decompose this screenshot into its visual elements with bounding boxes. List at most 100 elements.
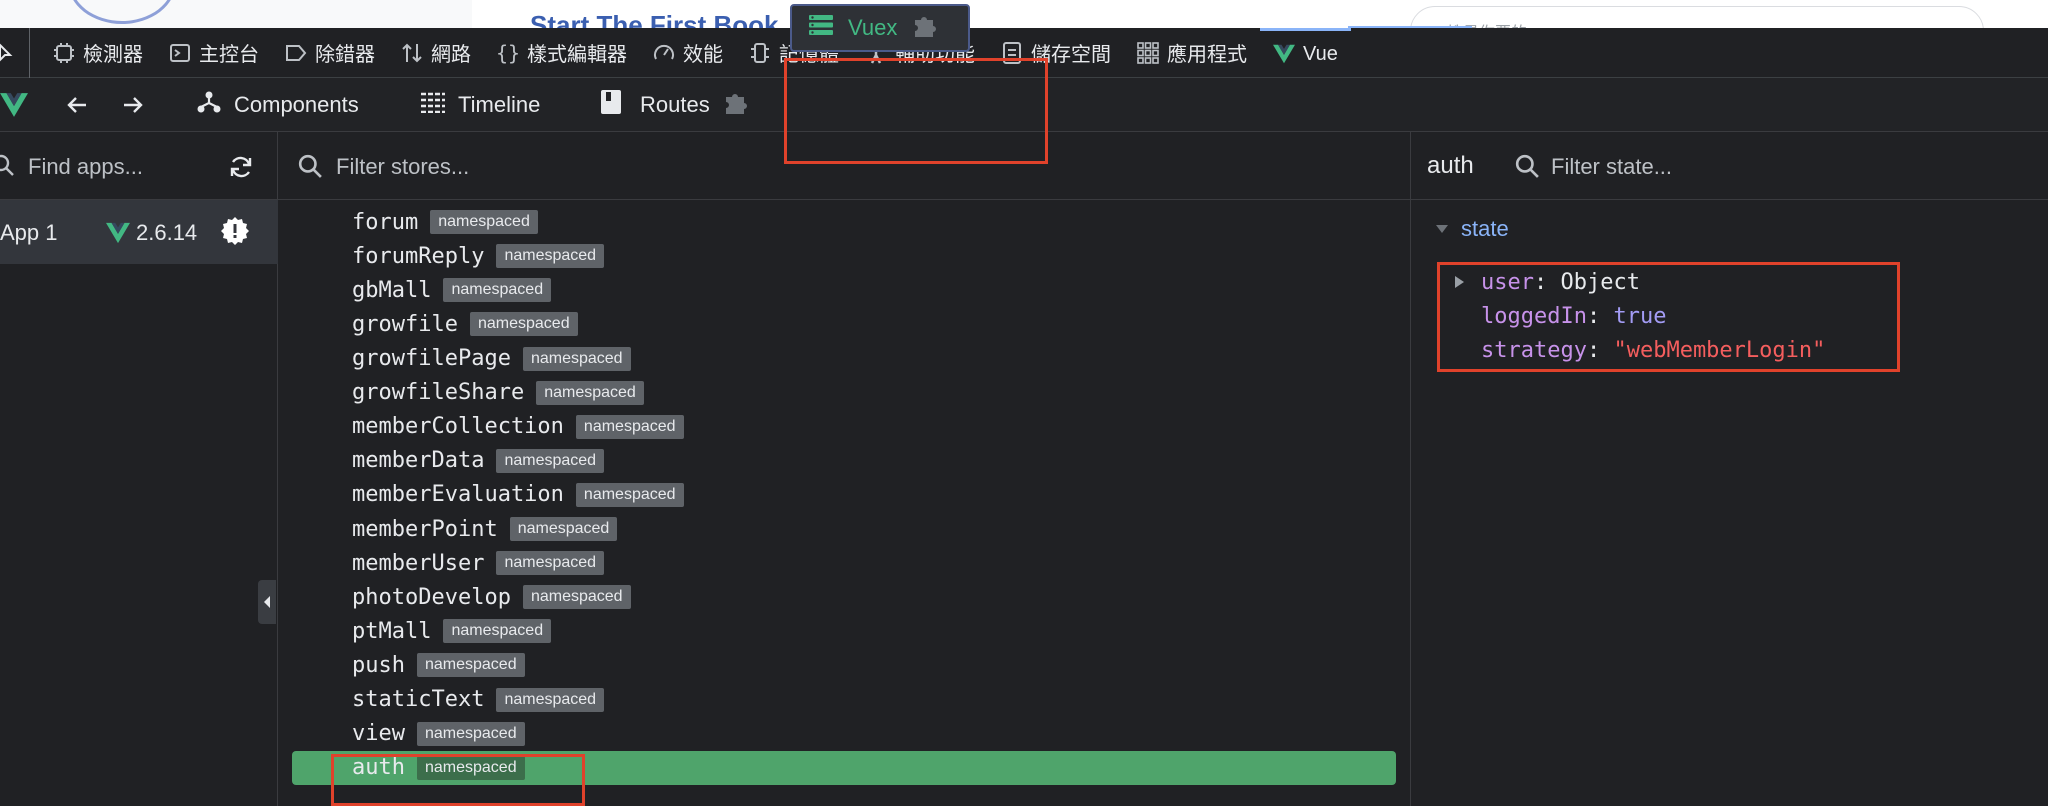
warning-badge-icon[interactable]	[220, 216, 250, 251]
collapse-pane-handle[interactable]	[258, 580, 276, 624]
tab-console[interactable]: 主控台	[156, 28, 272, 78]
store-list-item[interactable]: view namespaced	[292, 717, 1396, 751]
filter-stores-placeholder: Filter stores...	[336, 154, 470, 179]
store-name: staticText	[352, 687, 485, 712]
debugger-icon	[285, 42, 307, 64]
namespaced-badge: namespaced	[469, 312, 578, 337]
state-value: true	[1613, 304, 1667, 329]
tab-label: Vue	[1303, 42, 1338, 65]
store-name: push	[352, 652, 405, 678]
refresh-icon[interactable]	[228, 154, 254, 185]
expand-caret-icon[interactable]	[1455, 276, 1464, 288]
store-list-item[interactable]: memberData namespaced	[292, 444, 1396, 478]
state-section-header[interactable]: state	[1435, 216, 1509, 242]
store-list-item[interactable]: growfileShare namespaced	[292, 376, 1396, 410]
tab-storage[interactable]: 儲存空間	[988, 28, 1124, 78]
tab-timeline[interactable]: Timeline	[420, 78, 540, 132]
store-list-item[interactable]: forumReply namespaced	[292, 239, 1396, 273]
store-list-item[interactable]: memberEvaluation namespaced	[292, 478, 1396, 512]
search-icon	[0, 154, 14, 181]
store-list-item[interactable]: growfilePage namespaced	[292, 342, 1396, 376]
tab-applications[interactable]: 應用程式	[1124, 28, 1260, 78]
stores-pane: Filter stores... fileUploadnamespacedfor…	[278, 132, 1410, 806]
forward-arrow-icon[interactable]	[120, 78, 144, 132]
store-name: memberEvaluation	[352, 482, 564, 508]
namespaced-badge: namespaced	[416, 755, 525, 780]
namespaced-badge: namespaced	[536, 380, 644, 405]
back-arrow-icon[interactable]	[66, 78, 90, 132]
namespaced-badge: namespaced	[430, 210, 538, 235]
state-row-strategy[interactable]: strategy: "webMemberLogin"	[1481, 338, 1825, 363]
tab-routes[interactable]: Routes	[600, 78, 750, 132]
store-list-item[interactable]: growfile namespaced	[292, 307, 1396, 341]
state-row-loggedin[interactable]: loggedIn: true	[1481, 304, 1666, 329]
state-section-label: state	[1461, 216, 1509, 241]
network-icon	[401, 42, 423, 64]
store-list-item[interactable]: push namespaced	[292, 648, 1396, 682]
plugin-puzzle-icon	[911, 11, 939, 45]
tab-performance[interactable]: 效能	[640, 28, 736, 78]
tab-label: 主控台	[199, 44, 259, 66]
store-list-item[interactable]: staticText namespaced	[292, 683, 1396, 717]
namespaced-badge: namespaced	[509, 517, 618, 541]
components-label: Components	[234, 92, 359, 117]
state-row-user[interactable]: user: Object	[1455, 270, 1640, 295]
page-search-box[interactable]: 搜尋你要的…	[1410, 6, 1984, 28]
namespaced-badge: namespaced	[575, 482, 684, 507]
filter-stores-search[interactable]: Filter stores...	[278, 132, 1410, 200]
tab-vue[interactable]: Vue	[1260, 27, 1351, 78]
store-list-item[interactable]: photoDevelop namespaced	[292, 580, 1396, 614]
page-content-strip: Start The First Book 搜尋你要的…	[0, 0, 2048, 28]
store-list: fileUploadnamespacedforumnamespacedforum…	[278, 200, 1410, 806]
pick-element-icon[interactable]	[0, 27, 30, 78]
selected-module-name: auth	[1427, 152, 1474, 179]
tab-label: 網路	[431, 44, 471, 66]
store-name: growfileShare	[352, 380, 525, 406]
caret-down-icon	[1436, 225, 1448, 233]
applications-icon	[1137, 41, 1159, 64]
store-name: forum	[352, 209, 419, 235]
store-name: fileUpload	[352, 200, 484, 201]
state-key: user	[1481, 270, 1534, 295]
store-list-item[interactable]: gbMall namespaced	[292, 273, 1396, 307]
tab-label: 儲存空間	[1031, 44, 1111, 66]
store-list-item[interactable]: forum namespaced	[292, 205, 1396, 239]
app-version-text: 2.6.14	[136, 220, 198, 245]
tab-inspector[interactable]: 檢測器	[40, 28, 156, 78]
store-name: forumReply	[352, 243, 485, 269]
store-name: view	[352, 721, 405, 747]
state-value: Object	[1560, 270, 1640, 295]
state-key: loggedIn	[1481, 304, 1587, 329]
app-version: 2.6.14	[106, 220, 197, 246]
apps-sidebar: Find apps... App 1 2.6.14	[0, 132, 278, 806]
tab-network[interactable]: 網路	[388, 28, 484, 78]
tab-label: 除錯器	[315, 44, 375, 66]
tab-debugger[interactable]: 除錯器	[272, 28, 388, 78]
store-name: auth	[352, 755, 405, 781]
app-list-item[interactable]: App 1 2.6.14	[0, 200, 278, 264]
namespaced-badge: namespaced	[496, 551, 605, 576]
plugin-puzzle-icon	[722, 88, 750, 122]
tab-label: 應用程式	[1167, 44, 1247, 66]
store-name: gbMall	[352, 277, 432, 303]
store-list-item[interactable]: memberCollection namespaced	[292, 410, 1396, 444]
namespaced-badge: namespaced	[416, 721, 525, 746]
store-list-item[interactable]: auth namespaced	[292, 750, 1396, 785]
tab-label: 樣式編輯器	[527, 44, 627, 66]
page-left-area	[0, 0, 472, 28]
store-list-item[interactable]: memberPoint namespaced	[292, 512, 1396, 546]
namespaced-badge: namespaced	[443, 278, 552, 303]
vuex-label: Vuex	[848, 15, 898, 40]
tab-components[interactable]: Components	[196, 78, 359, 132]
store-name: memberData	[352, 448, 485, 474]
find-apps-search[interactable]: Find apps...	[0, 132, 278, 200]
namespaced-badge: namespaced	[522, 585, 631, 610]
caret-left-icon	[264, 596, 270, 608]
namespaced-badge: namespaced	[575, 414, 684, 439]
store-list-item[interactable]: memberUser namespaced	[292, 546, 1396, 580]
store-list-item[interactable]: ptMall namespaced	[292, 614, 1396, 648]
store-name: growfile	[352, 311, 458, 337]
devtools-tab-bar: 檢測器 主控台 除錯器 網路 {} 樣式編輯器 效能 記憶體 輔助功能 儲存空間…	[0, 27, 2048, 78]
tab-style-editor[interactable]: {} 樣式編輯器	[484, 28, 640, 78]
tab-vuex[interactable]: Vuex	[790, 4, 970, 52]
